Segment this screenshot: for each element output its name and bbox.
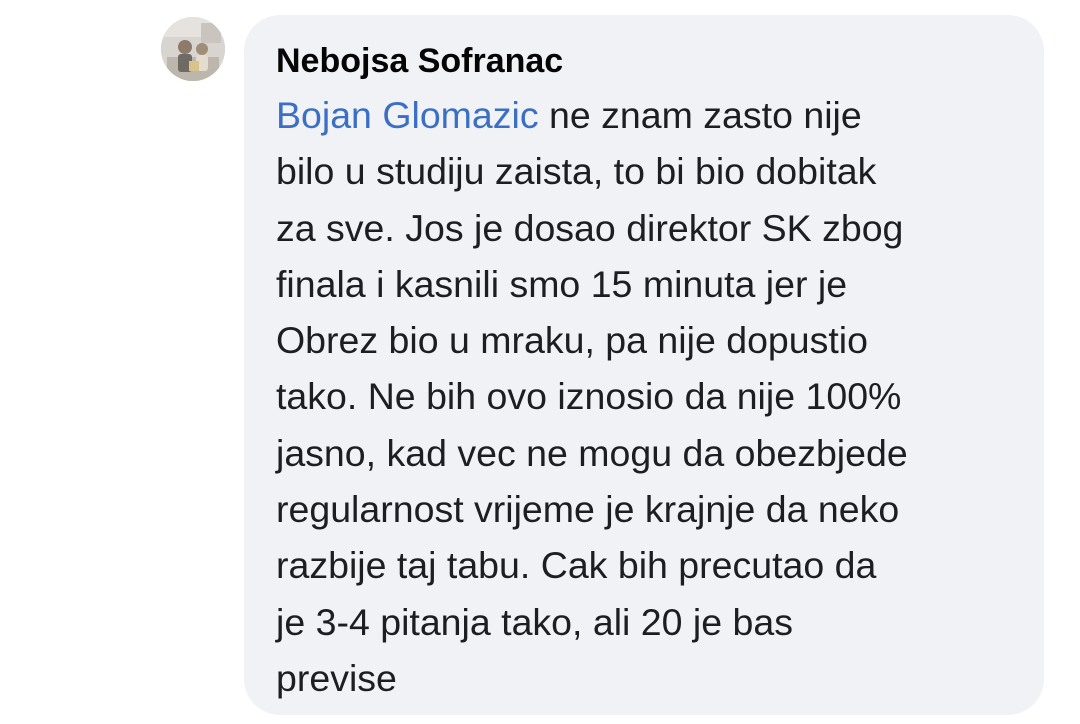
avatar[interactable] [161,17,225,81]
comment-author[interactable]: Nebojsa Sofranac [276,41,1014,81]
comment-line: jasno, kad vec ne mogu da obezbjede [276,431,908,474]
comment-line-1: Bojan Glomazic ne znam zasto nije [276,87,1016,143]
comment-line: finala i kasnili smo 15 minuta jer je [276,262,848,305]
comment-line: za sve. Jos je dosao direktor SK zbog [276,206,904,249]
mention-link[interactable]: Bojan Glomazic [276,94,539,136]
comment-line: je 3-4 pitanja tako, ali 20 je bas [276,600,793,643]
comment-line: bilo u studiju zaista, to bi bio dobitak [276,150,877,193]
comment-bubble: Nebojsa Sofranac Bojan Glomazic ne znam … [244,15,1044,715]
comment-line: Obrez bio u mraku, pa nije dopustio [276,319,868,362]
comment-line: tako. Ne bih ovo iznosio da nije 100% [276,375,902,418]
comment-text: Bojan Glomazic ne znam zasto nije bilo u… [276,87,1016,706]
profile-photo-icon [161,17,225,81]
comment-line-1-text: ne znam zasto nije [538,94,862,136]
comment-line: razbije taj tabu. Cak bih precutao da [276,544,877,587]
comment-line: previse [276,656,397,699]
comment-line: regularnost vrijeme je krajnje da neko [276,488,900,531]
